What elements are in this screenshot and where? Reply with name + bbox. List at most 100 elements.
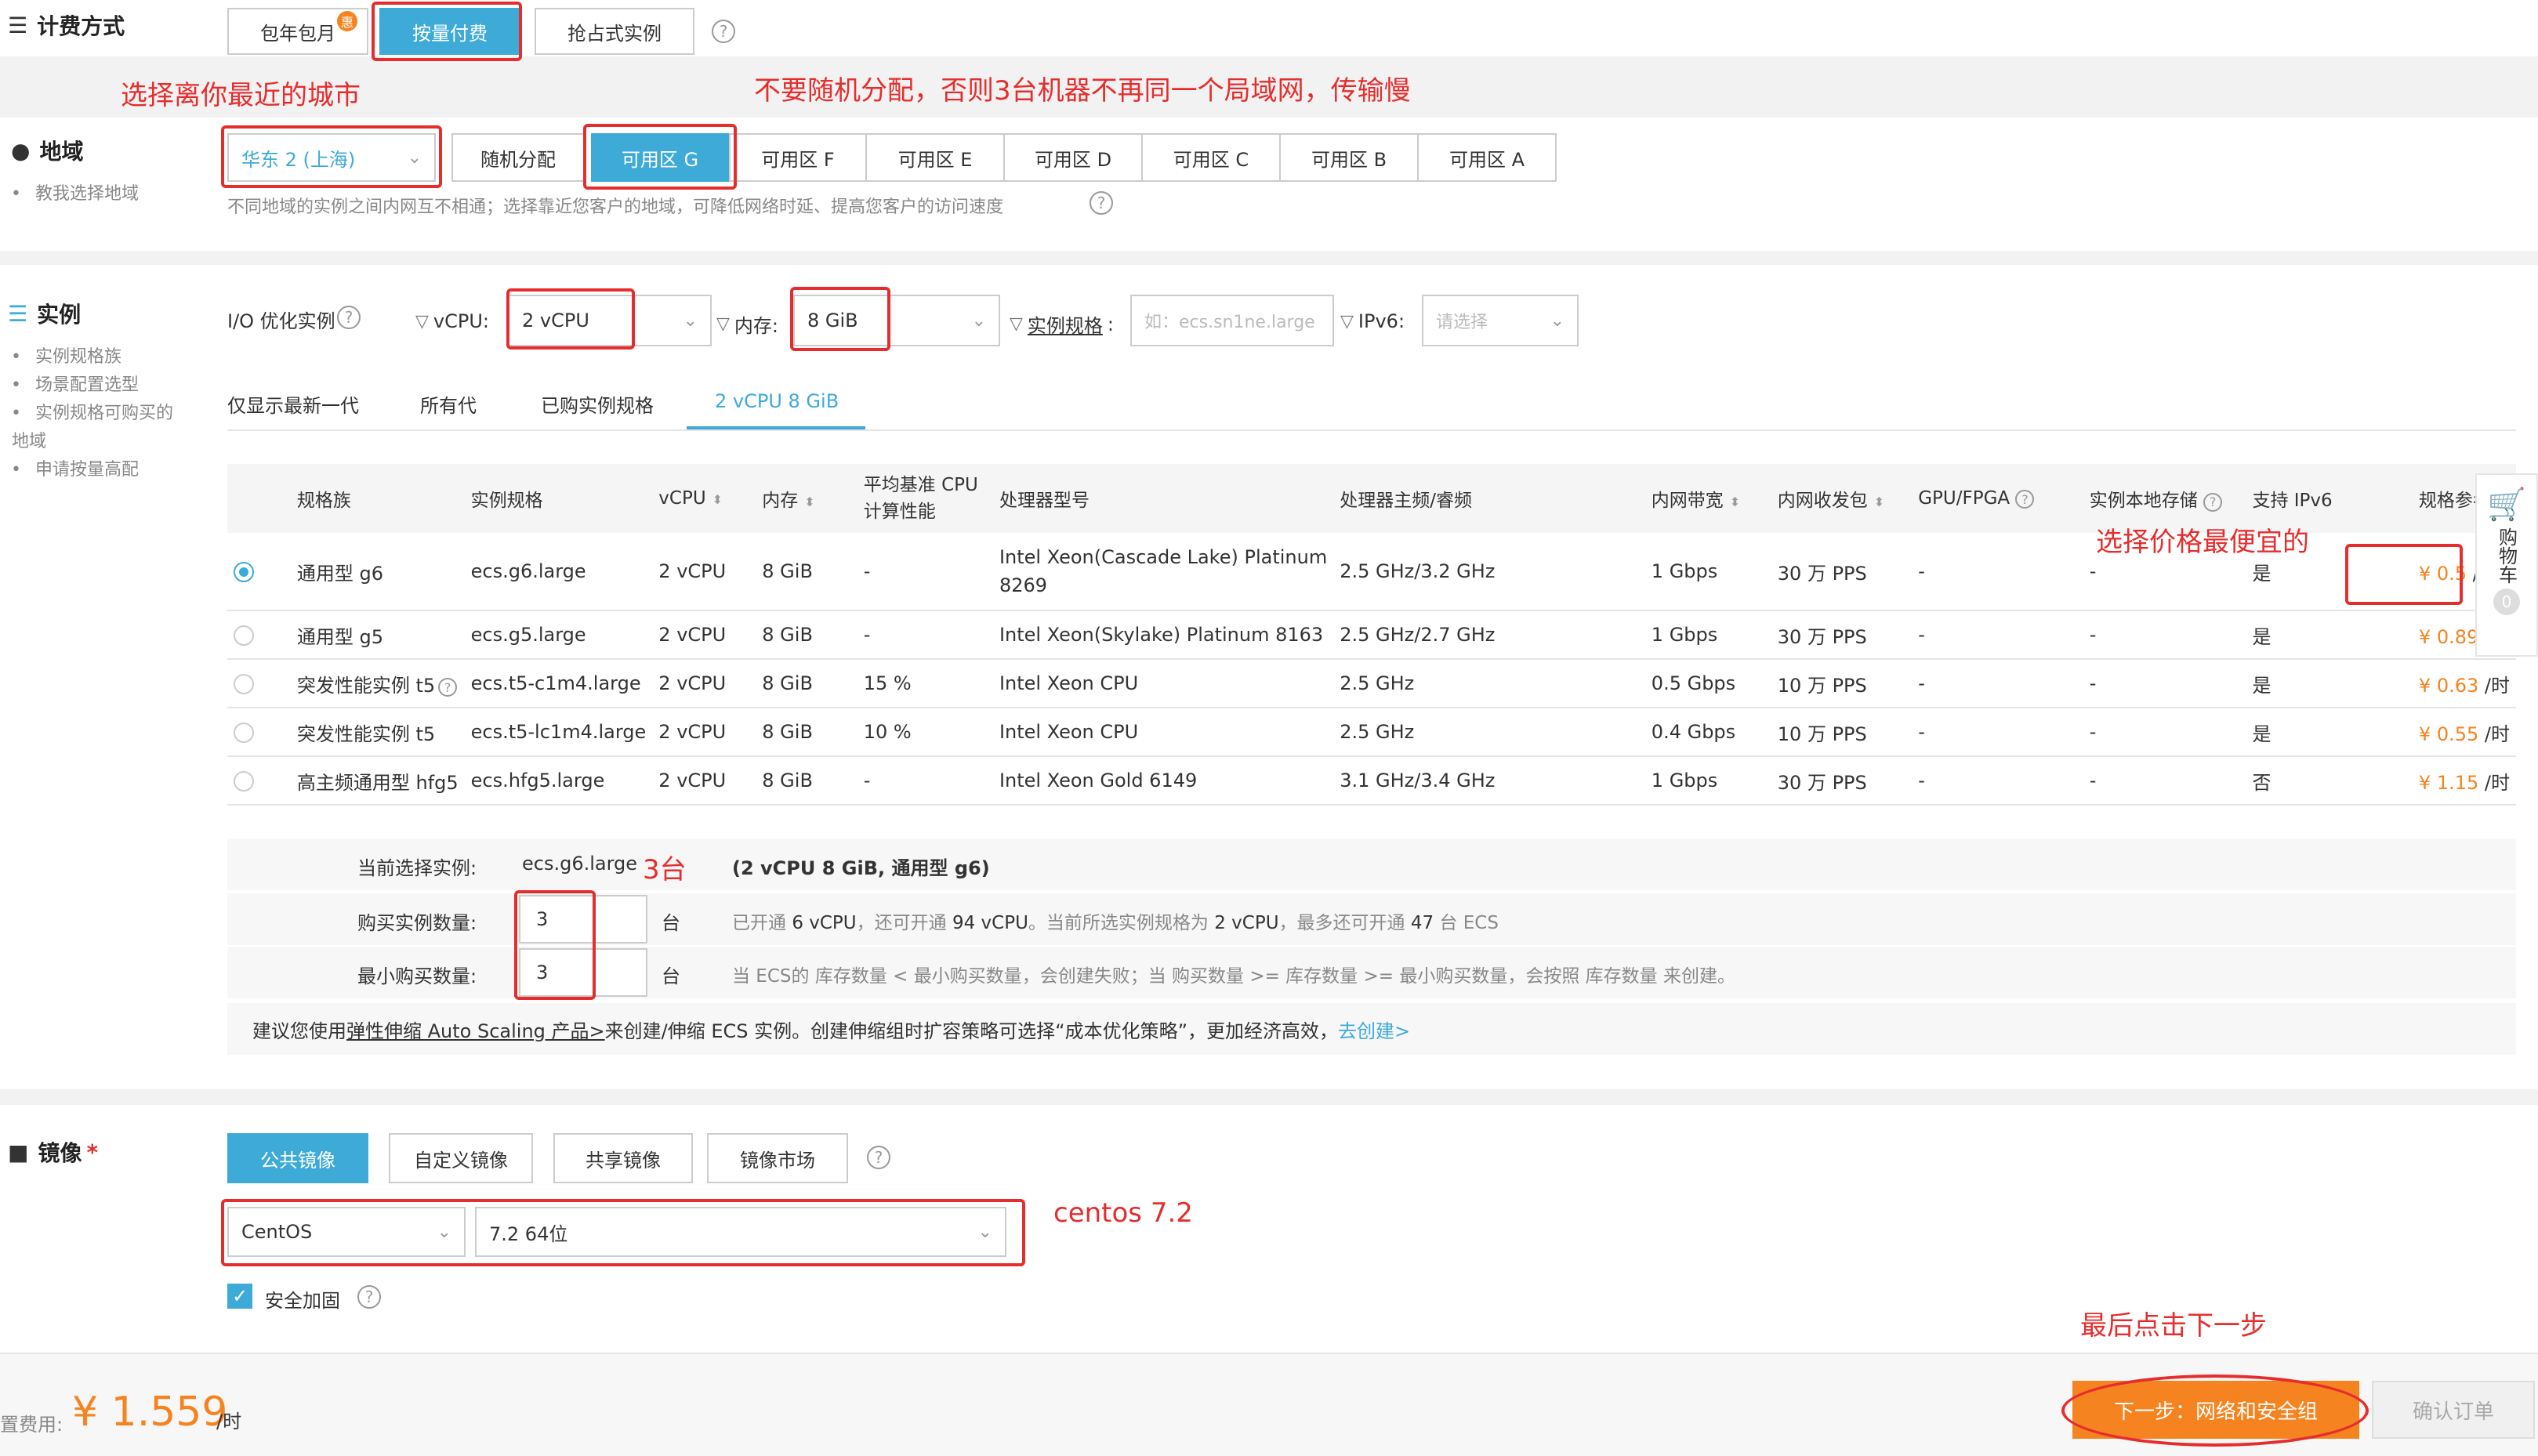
table-row[interactable]: 高主频通用型 hfg5 ecs.hfg5.large 2 vCPU 8 GiB … xyxy=(227,756,2516,806)
vcpu-filter-label: ▽ vCPU: xyxy=(415,310,489,332)
row-pps: 30 万 PPS xyxy=(1771,610,1913,660)
annotation-count: 3台 xyxy=(643,854,687,886)
image-tab-public-label: 公共镜像 xyxy=(260,1149,335,1172)
row-radio[interactable] xyxy=(234,723,254,743)
row-storage: - xyxy=(2083,756,2246,806)
image-tab-market[interactable]: 镜像市场 xyxy=(707,1133,848,1183)
annotation-price: 选择价格最便宜的 xyxy=(2096,527,2309,558)
zone-a[interactable]: 可用区 A xyxy=(1419,133,1557,182)
image-tab-shared[interactable]: 共享镜像 xyxy=(553,1133,693,1183)
image-tab-public[interactable]: 公共镜像 xyxy=(227,1133,368,1183)
t5-help-icon[interactable]: ? xyxy=(438,678,458,697)
col-mem-label: 内存 xyxy=(762,491,799,511)
col-spec: 实例规格 xyxy=(464,464,653,533)
security-checkbox[interactable]: ✓ xyxy=(227,1284,252,1309)
cart-label: 购物车 xyxy=(2495,527,2518,584)
table-row[interactable]: 突发性能实例 t5 ecs.t5-lc1m4.large 2 vCPU 8 Gi… xyxy=(227,708,2516,757)
zone-c[interactable]: 可用区 C xyxy=(1143,133,1281,182)
tab-latest-gen[interactable]: 仅显示最新一代 xyxy=(227,390,359,418)
fee-value: ¥ 1.559 xyxy=(72,1389,228,1436)
image-tab-custom[interactable]: 自定义镜像 xyxy=(389,1133,533,1183)
row-price: ¥ 1.15 /时 xyxy=(2412,756,2516,806)
tab-2vcpu-8gib[interactable]: 2 vCPU 8 GiB xyxy=(715,390,839,412)
billing-icon: ☰ xyxy=(8,12,28,38)
annotation-box-quantity xyxy=(514,890,596,1000)
storage-help-icon[interactable]: ? xyxy=(2203,492,2223,512)
table-row[interactable]: 通用型 g5 ecs.g5.large 2 vCPU 8 GiB - Intel… xyxy=(227,610,2516,660)
row-cpu-model-line2: 8269 xyxy=(999,574,1048,596)
row-pps: 10 万 PPS xyxy=(1771,708,1913,757)
row-radio[interactable] xyxy=(234,771,254,791)
table-row[interactable]: 突发性能实例 t5? ecs.t5-c1m4.large 2 vCPU 8 Gi… xyxy=(227,659,2516,708)
sort-icon: ⬍ xyxy=(712,492,723,507)
region-help-links: 教我选择地域 xyxy=(11,180,139,208)
col-vcpu[interactable]: vCPU ⬍ xyxy=(652,464,756,533)
billing-title: 计费方式 xyxy=(37,13,125,39)
billing-help-icon[interactable]: ? xyxy=(712,20,735,43)
row-vcpu: 2 vCPU xyxy=(652,533,756,611)
zone-random-label: 随机分配 xyxy=(480,148,556,171)
zone-b[interactable]: 可用区 B xyxy=(1281,133,1419,182)
funnel-icon: ▽ xyxy=(1340,311,1354,331)
instance-link-family[interactable]: 实例规格族 xyxy=(11,343,199,371)
zone-e[interactable]: 可用区 E xyxy=(867,133,1005,182)
buy-note-part: 台 ECS xyxy=(1434,913,1499,933)
region-help-link[interactable]: 教我选择地域 xyxy=(11,180,139,208)
row-spec: ecs.t5-c1m4.large xyxy=(464,659,653,708)
zone-c-label: 可用区 C xyxy=(1173,148,1249,171)
col-pps[interactable]: 内网收发包 ⬍ xyxy=(1771,464,1913,533)
row-vcpu: 2 vCPU xyxy=(652,708,756,757)
spec-filter-text[interactable]: 实例规格 xyxy=(1028,310,1103,338)
buy-note-strong: 94 vCPU xyxy=(952,913,1028,933)
zone-d[interactable]: 可用区 D xyxy=(1005,133,1143,182)
spec-input[interactable]: 如：ecs.sn1ne.large xyxy=(1130,295,1334,346)
zone-f-label: 可用区 F xyxy=(761,148,835,171)
go-create-link[interactable]: 去创建> xyxy=(1338,1016,1410,1043)
ipv6-filter-text: IPv6: xyxy=(1358,310,1405,332)
row-radio[interactable] xyxy=(234,625,254,646)
region-title: 地域 xyxy=(39,139,84,165)
instance-link-regions-cont[interactable]: 地域 xyxy=(0,428,199,456)
row-mem: 8 GiB xyxy=(756,533,857,611)
row-radio[interactable] xyxy=(234,674,254,694)
auto-scaling-link[interactable]: 弹性伸缩 Auto Scaling 产品> xyxy=(346,1016,605,1043)
row-baseline: - xyxy=(857,756,993,806)
annotation-box-price xyxy=(2345,544,2463,605)
io-help-icon[interactable]: ? xyxy=(337,306,361,329)
instance-link-high-config[interactable]: 申请按量高配 xyxy=(11,456,199,484)
billing-option-preemptible[interactable]: 抢占式实例 xyxy=(535,8,694,55)
row-baseline: 10 % xyxy=(857,708,993,757)
row-family: 突发性能实例 t5? xyxy=(290,659,465,708)
required-mark: * xyxy=(86,1139,99,1165)
instance-link-scenario[interactable]: 场景配置选型 xyxy=(11,371,199,400)
image-help-icon[interactable]: ? xyxy=(867,1146,890,1169)
row-cpu-model: Intel Xeon CPU xyxy=(992,708,1334,757)
tab-all-gen[interactable]: 所有代 xyxy=(420,390,477,418)
zone-f[interactable]: 可用区 F xyxy=(729,133,867,182)
ipv6-filter-label: ▽ IPv6: xyxy=(1340,310,1405,332)
row-price-unit: /时 xyxy=(2484,771,2510,794)
gpu-help-icon[interactable]: ? xyxy=(2015,490,2035,509)
mem-filter-label: ▽ 内存: xyxy=(716,310,778,338)
instance-section-title: ☰ 实例 xyxy=(8,298,81,329)
row-gpu: - xyxy=(1912,708,2083,757)
row-pps: 30 万 PPS xyxy=(1771,533,1913,611)
col-mem[interactable]: 内存 ⬍ xyxy=(756,464,857,533)
billing-option-preemptible-label: 抢占式实例 xyxy=(567,22,662,45)
security-help-icon[interactable]: ? xyxy=(357,1285,381,1309)
instance-link-regions[interactable]: 实例规格可购买的 xyxy=(11,400,199,428)
col-bandwidth[interactable]: 内网带宽 ⬍ xyxy=(1644,464,1771,533)
confirm-order-button[interactable]: 确认订单 xyxy=(2372,1381,2535,1439)
row-gpu: - xyxy=(1912,533,2083,611)
region-help-icon[interactable]: ? xyxy=(1090,191,1113,215)
ipv6-select[interactable]: 请选择 ⌄ xyxy=(1422,295,1579,346)
promo-badge-text: 惠 xyxy=(340,15,354,30)
tab-purchased[interactable]: 已购实例规格 xyxy=(541,390,654,418)
row-radio-selected[interactable] xyxy=(234,562,254,582)
buy-note-part: 已开通 xyxy=(732,913,792,933)
shopping-cart[interactable]: 🛒 购物车 0 xyxy=(2475,473,2538,657)
image-tab-shared-label: 共享镜像 xyxy=(586,1149,661,1172)
row-ipv6: 是 xyxy=(2246,659,2413,708)
instance-spec-table: 规格族 实例规格 vCPU ⬍ 内存 ⬍ 平均基准 CPU 计算性能 处理器型号 处理… xyxy=(227,464,2516,806)
zone-random[interactable]: 随机分配 xyxy=(451,133,585,182)
